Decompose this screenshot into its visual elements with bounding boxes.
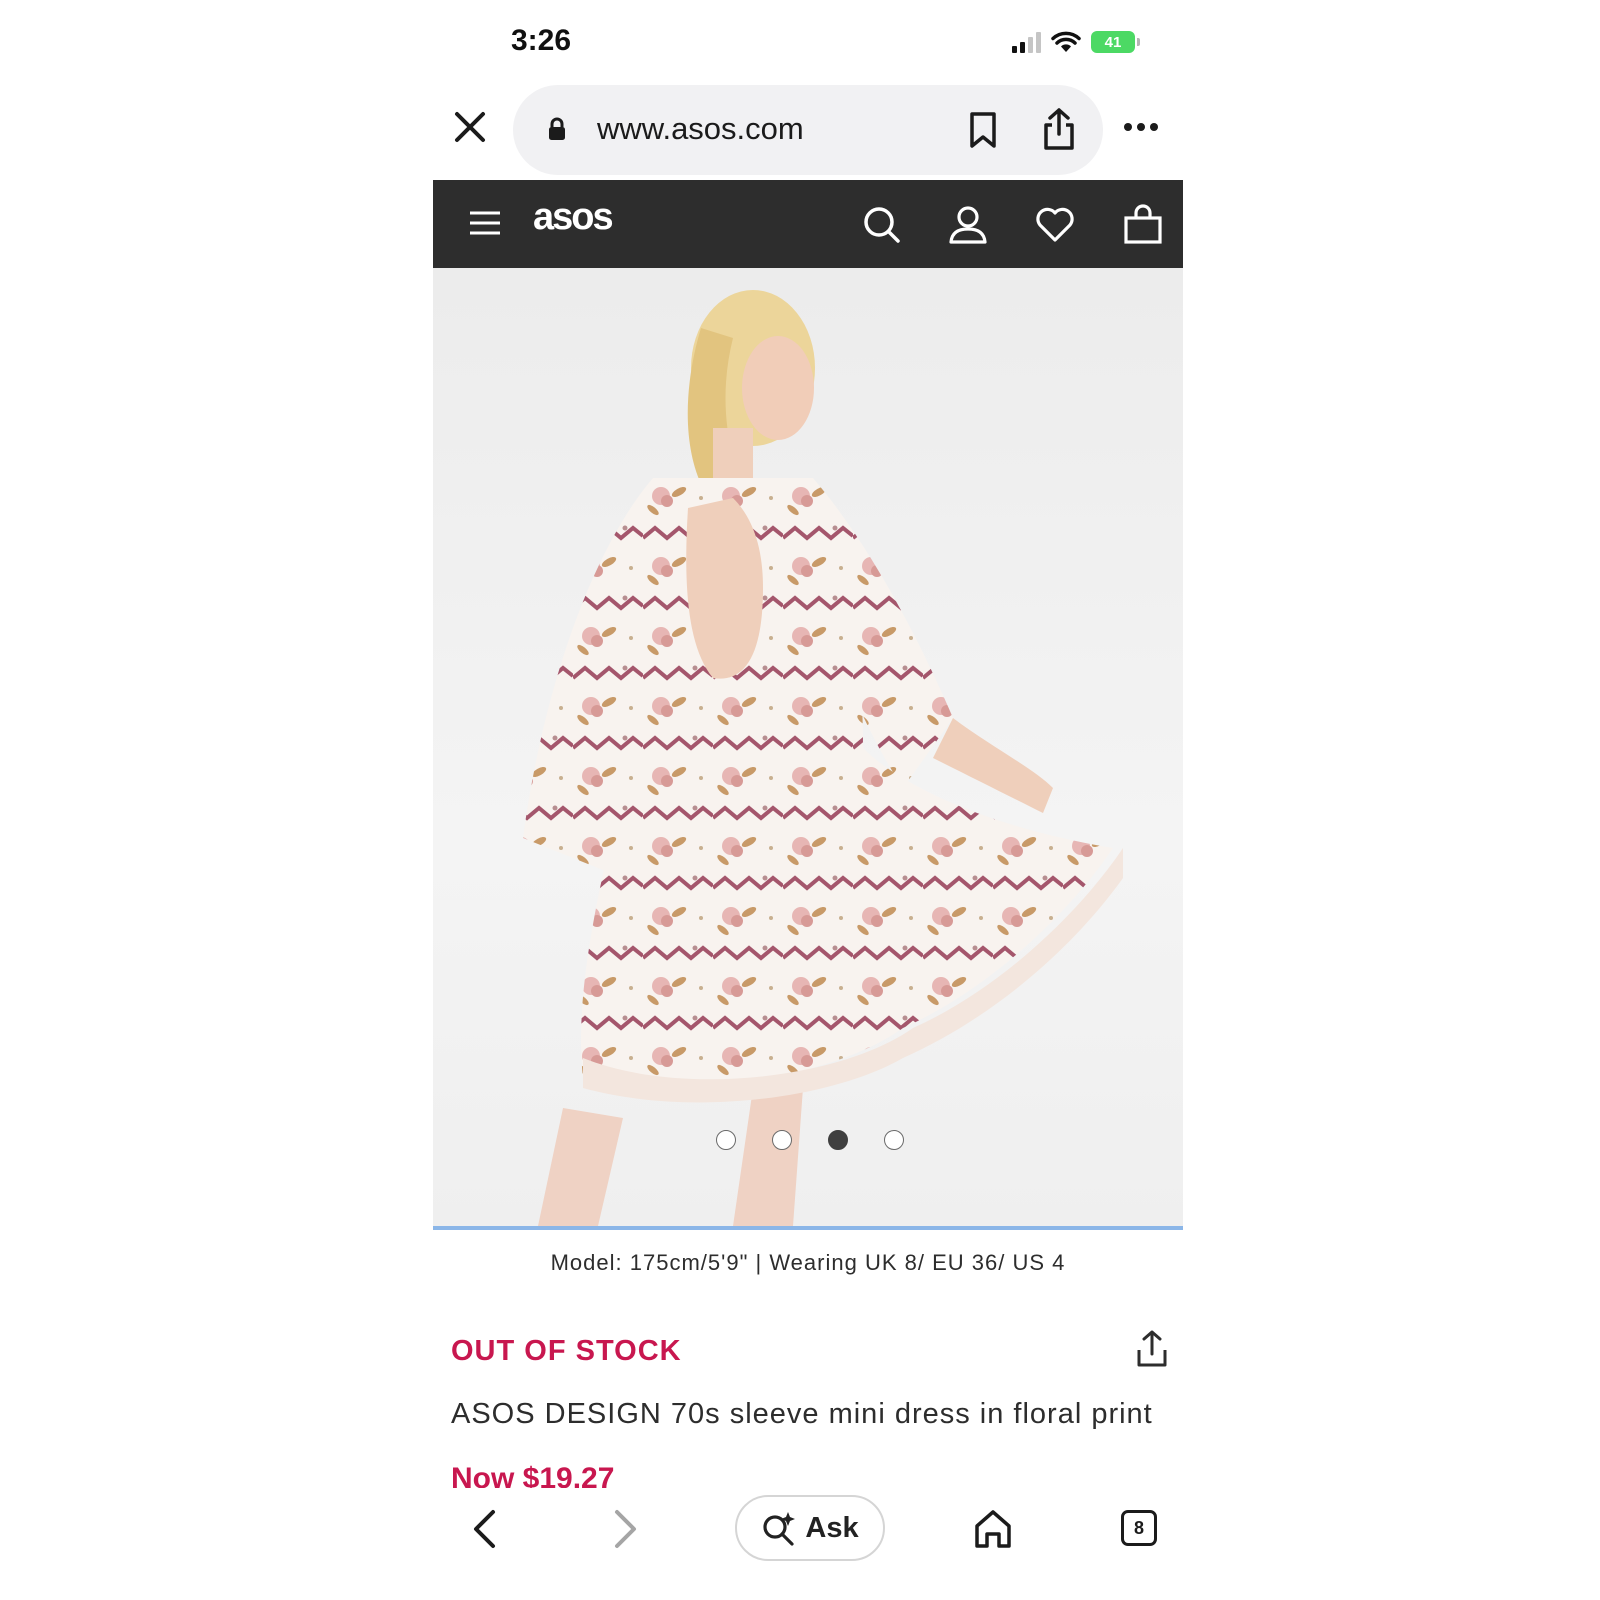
forward-arrow-icon[interactable] bbox=[613, 1508, 639, 1550]
battery-level: 41 bbox=[1104, 33, 1122, 51]
ask-label: Ask bbox=[805, 1511, 859, 1544]
image-pagination bbox=[716, 1130, 904, 1150]
status-indicators: 41 bbox=[1012, 28, 1140, 56]
image-scroll-indicator bbox=[433, 1226, 1183, 1230]
tabs-count: 8 bbox=[1133, 1517, 1144, 1538]
account-icon[interactable] bbox=[948, 204, 988, 244]
bookmark-icon[interactable] bbox=[967, 111, 999, 149]
site-header: asos bbox=[433, 180, 1183, 268]
heart-icon[interactable] bbox=[1035, 204, 1075, 244]
sparkle-search-icon bbox=[763, 1512, 796, 1546]
browser-toolbar: Ask 8 bbox=[433, 1488, 1183, 1600]
home-icon[interactable] bbox=[973, 1508, 1013, 1550]
signal-icon bbox=[1012, 31, 1041, 53]
product-title: ASOS DESIGN 70s sleeve mini dress in flo… bbox=[451, 1398, 1153, 1430]
image-dot[interactable] bbox=[716, 1130, 736, 1150]
url-bar[interactable]: www.asos.com bbox=[513, 85, 1103, 175]
ask-button[interactable]: Ask bbox=[735, 1495, 885, 1561]
close-icon[interactable] bbox=[453, 110, 487, 144]
product-photo bbox=[523, 290, 1123, 1226]
status-time: 3:26 bbox=[511, 24, 572, 57]
share-icon[interactable] bbox=[1041, 107, 1077, 151]
menu-icon[interactable] bbox=[469, 210, 501, 236]
stock-status: OUT OF STOCK bbox=[451, 1335, 682, 1367]
image-dot[interactable] bbox=[884, 1130, 904, 1150]
tabs-icon[interactable]: 8 bbox=[1121, 1510, 1157, 1546]
back-arrow-icon[interactable] bbox=[471, 1508, 497, 1550]
lock-icon bbox=[549, 117, 565, 140]
image-dot[interactable] bbox=[772, 1130, 792, 1150]
more-options-icon[interactable] bbox=[1123, 122, 1159, 132]
product-image[interactable] bbox=[433, 268, 1183, 1226]
wifi-icon bbox=[1051, 31, 1081, 52]
share-product-icon[interactable] bbox=[1135, 1330, 1169, 1368]
battery-icon: 41 bbox=[1091, 31, 1140, 53]
model-info: Model: 175cm/5'9" | Wearing UK 8/ EU 36/… bbox=[550, 1250, 1066, 1275]
bag-icon[interactable] bbox=[1123, 204, 1163, 244]
url-text: www.asos.com bbox=[597, 111, 804, 146]
image-dot-active[interactable] bbox=[828, 1130, 848, 1150]
asos-logo[interactable]: asos bbox=[533, 196, 614, 239]
search-icon[interactable] bbox=[861, 204, 901, 244]
phone-screen: 3:26 41 www.asos.com asos Model: 175cm/5… bbox=[433, 0, 1183, 1600]
product-price: Now $19.27 bbox=[451, 1462, 615, 1488]
